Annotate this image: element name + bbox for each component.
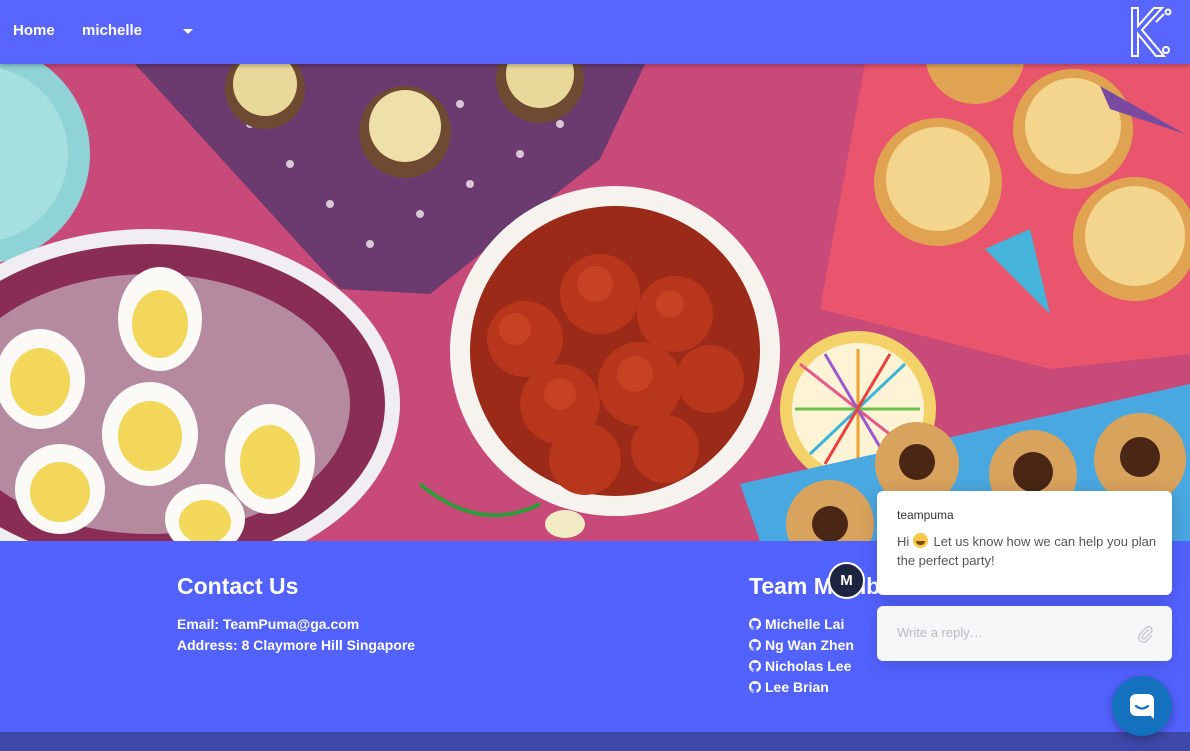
chat-reply-box[interactable] [877,606,1172,661]
navbar: Home michelle [0,0,1190,64]
chat-launcher-button[interactable] [1112,676,1172,736]
chat-message-text: Let us know how we can help you plan the… [897,534,1157,568]
contact-address: Address: 8 Claymore Hill Singapore [177,637,416,653]
chat-bubble-icon [1130,694,1154,719]
chat-message-prefix: Hi [897,534,910,549]
chat-message: Hi Let us know how we can help you plan … [897,532,1157,570]
member-link[interactable]: Ng Wan Zhen [749,637,854,653]
contact-email: Email: TeamPuma@ga.com [177,616,360,632]
chat-reply-input[interactable] [897,625,1117,640]
chat-message-card[interactable]: teampuma Hi Let us know how we can help … [877,491,1172,595]
footer-bottom-bar [0,732,1190,751]
paperclip-icon[interactable] [1136,625,1154,643]
member-link[interactable]: Nicholas Lee [749,658,851,674]
k-logo-icon[interactable] [1126,4,1174,60]
member-name: Ng Wan Zhen [765,637,854,653]
smile-emoji-icon [912,533,928,548]
github-icon [749,618,761,630]
github-icon [749,639,761,651]
caret-down-icon[interactable] [183,29,193,34]
contact-title: Contact Us [177,573,299,599]
chat-author: teampuma [897,508,954,522]
chat-avatar: M [828,562,865,599]
member-link[interactable]: Lee Brian [749,679,829,695]
party-food-illustration [0,64,1190,541]
member-name: Lee Brian [765,679,829,695]
nav-home-link[interactable]: Home [13,22,55,39]
member-name: Nicholas Lee [765,658,852,674]
github-icon [749,660,761,672]
github-icon [749,681,761,693]
member-name: Michelle Lai [765,616,845,632]
nav-user-dropdown[interactable]: michelle [82,22,142,39]
member-link[interactable]: Michelle Lai [749,616,844,632]
hero-image [0,64,1190,541]
